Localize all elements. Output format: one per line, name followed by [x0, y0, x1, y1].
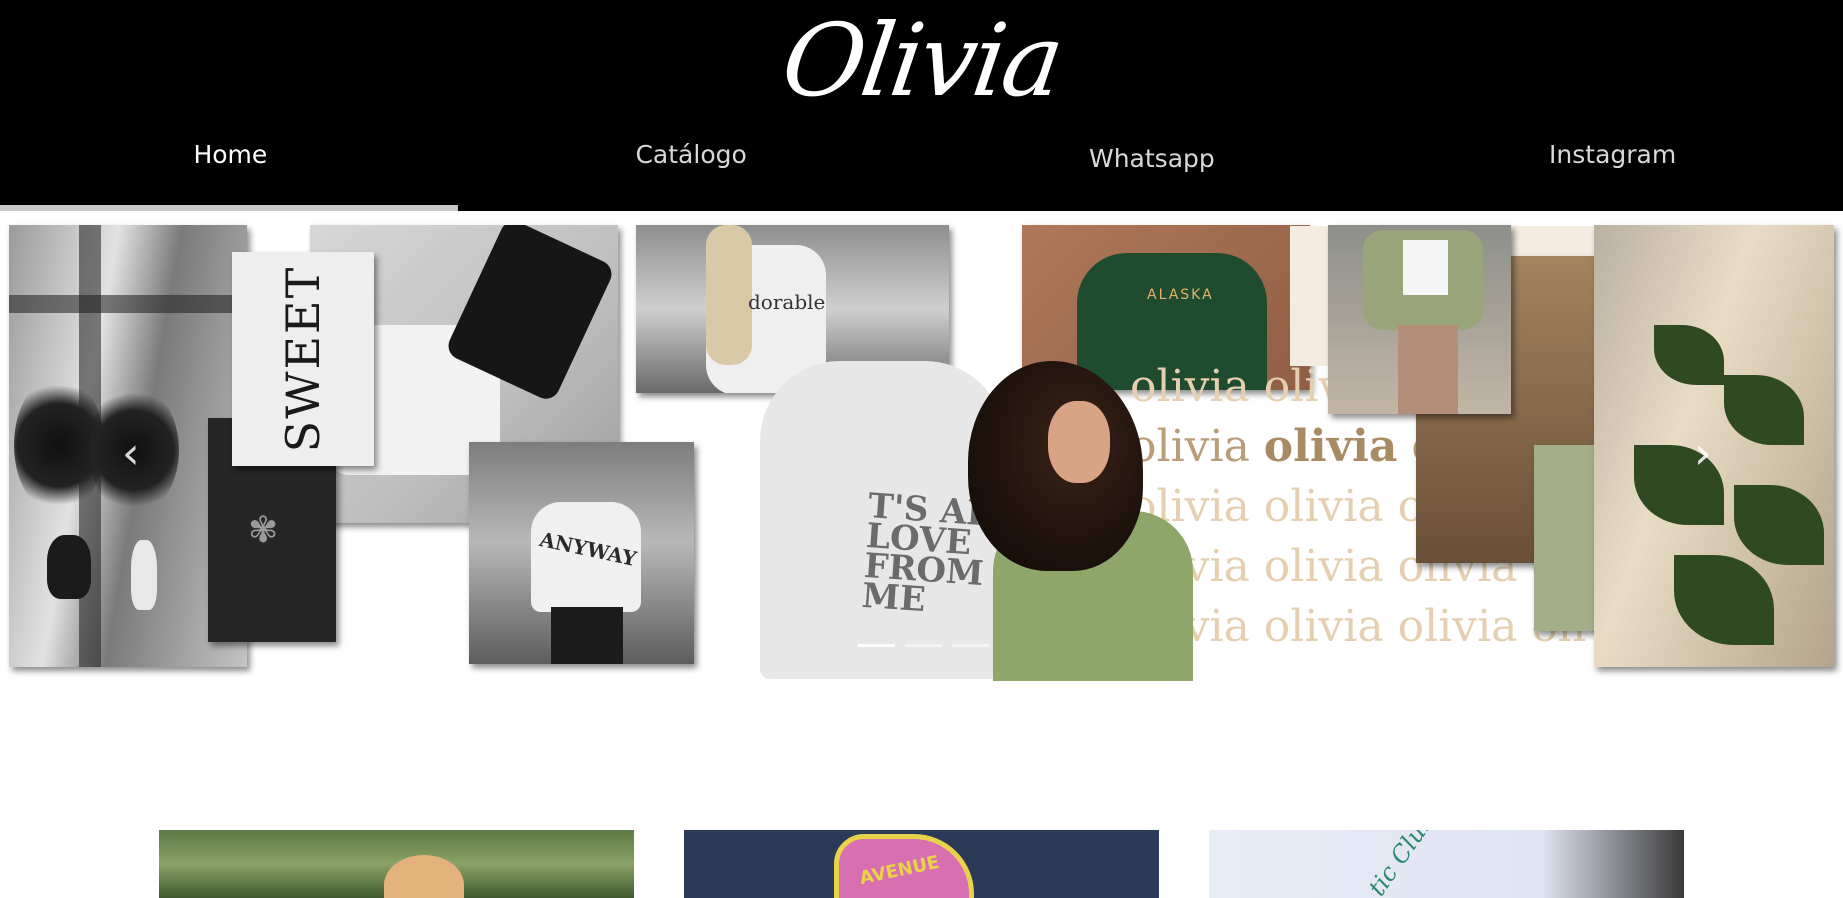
hair [706, 225, 752, 365]
product-grid: AVENUE tic Club [0, 830, 1843, 898]
main-nav: Home Catálogo Whatsapp Instagram [0, 130, 1843, 211]
nav-item-catalogo[interactable]: Catálogo [461, 130, 922, 211]
product-card[interactable]: tic Club [1209, 830, 1684, 898]
carousel-dot[interactable] [858, 644, 895, 647]
site-header: Olivia Home Catálogo Whatsapp Instagram [0, 0, 1843, 211]
product-print-text: tic Club [1362, 830, 1441, 898]
vase-black [47, 535, 91, 599]
window-shadow [9, 295, 247, 313]
nav-item-label: Catálogo [635, 140, 747, 169]
nav-item-label: Home [193, 140, 268, 169]
sweater-print-text: dorable [748, 290, 826, 314]
nav-item-instagram[interactable]: Instagram [1382, 130, 1843, 211]
carousel-indicators [858, 644, 989, 647]
sweatshirt-print-text: ALASKA [1147, 287, 1214, 303]
carousel-dot[interactable] [905, 644, 942, 647]
product-card[interactable]: AVENUE [684, 830, 1159, 898]
pink-pants [1398, 325, 1458, 414]
curly-hair-girl [968, 361, 1208, 681]
white-top [1403, 240, 1448, 295]
chevron-right-icon[interactable]: › [1694, 432, 1712, 476]
chevron-left-icon[interactable]: ‹ [122, 432, 140, 476]
leaf [1654, 325, 1724, 385]
bw-girl-photo: ANYWAY [469, 442, 694, 664]
sage-card [1534, 445, 1596, 631]
sweet-card-text: SWEET [276, 265, 330, 453]
leaf [1724, 375, 1804, 445]
jeans [551, 607, 623, 664]
sweet-card: SWEET [232, 252, 374, 466]
face [1048, 401, 1110, 483]
leaf [1674, 555, 1774, 645]
vase-white [131, 540, 157, 610]
product-photo [384, 855, 464, 898]
butterfly-icon: ✾ [248, 510, 279, 551]
product-card[interactable] [159, 830, 634, 898]
hero-carousel: ✾ SWEET ANYWAY dorable T'S ALL LOVE FROM… [0, 211, 1843, 681]
brand-logo[interactable]: Olivia [0, 2, 1843, 120]
plant-photo [1594, 225, 1834, 667]
leaf [1734, 485, 1824, 565]
carousel-dot[interactable] [952, 644, 989, 647]
nav-item-label: Whatsapp [1088, 144, 1215, 173]
nav-item-label: Instagram [1549, 140, 1677, 169]
nav-item-home[interactable]: Home [0, 130, 461, 211]
nav-item-whatsapp[interactable]: Whatsapp [922, 130, 1383, 211]
olive-jacket-photo [1328, 225, 1511, 414]
